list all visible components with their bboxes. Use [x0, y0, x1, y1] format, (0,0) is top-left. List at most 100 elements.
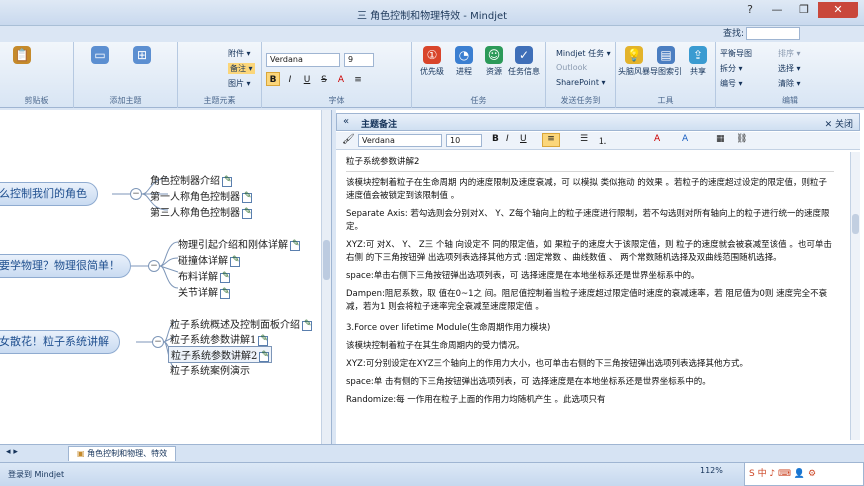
task-info-button[interactable]: ✓ 任务信息 — [506, 46, 542, 77]
map-canvas[interactable]: 么控制我们的角色 − 角色控制器介绍 第一人称角色控制器 第三人称角色控制器 要… — [0, 110, 332, 444]
resource-icon: ☺ — [485, 46, 503, 64]
note-icon — [258, 334, 269, 346]
tab-document[interactable]: ▣ 角色控制和物理、特效 — [68, 446, 177, 461]
notes-paragraph: Randomize:每 一作用在粒子上面的作用力均随机产生 。此选项只有 — [346, 395, 606, 405]
sort-menu[interactable]: 排序 ▾ — [778, 48, 801, 59]
format-painter-icon[interactable]: 🖌 — [342, 134, 355, 145]
scroll-thumb[interactable] — [323, 240, 330, 280]
subtopic-item[interactable]: 第一人称角色控制器 — [150, 188, 252, 203]
italic-button[interactable]: I — [283, 72, 297, 86]
group-label-clipboard: 剪贴板 — [24, 96, 49, 105]
notes-title: 粒子系统参数讲解2 — [346, 156, 834, 172]
notes-vertical-scrollbar[interactable] — [850, 152, 860, 440]
note-icon — [242, 207, 252, 219]
notes-size-select[interactable]: 10 — [446, 134, 482, 147]
brainstorm-button[interactable]: 💡 头脑风暴 — [616, 46, 652, 77]
help-icon[interactable]: ? — [737, 2, 763, 18]
notes-bold-button[interactable]: B — [492, 134, 499, 144]
mindjet-tasks-menu[interactable]: Mindjet 任务 ▾ — [556, 48, 611, 59]
numbering-menu[interactable]: 编号 ▾ — [720, 78, 743, 89]
align-left-button[interactable]: ≡ — [542, 133, 560, 147]
notes-underline-button[interactable]: U — [520, 134, 527, 144]
notes-paragraph: Dampen:阻尼系数，取 值在0~1之 间。阻尼值控制着当粒子速度超过限定值时… — [346, 289, 828, 312]
notes-paragraph: space:单击右侧下三角按钮弹出选项列表，可 选择速度是在本地坐标系还是世界坐… — [346, 271, 700, 281]
map-index-button[interactable]: ▤ 导图索引 — [648, 46, 684, 77]
font-family-select[interactable]: Verdana — [266, 53, 340, 67]
clear-menu[interactable]: 清除 ▾ — [778, 78, 801, 89]
split-menu[interactable]: 拆分 ▾ — [720, 63, 743, 74]
subtopic-item[interactable]: 碰撞体详解 — [178, 252, 240, 267]
find-label: 查找: — [722, 29, 744, 39]
font-color-button[interactable]: A — [334, 72, 348, 86]
subtopic-item[interactable]: 角色控制器介绍 — [150, 172, 232, 187]
priority-button[interactable]: ① 优先级 — [414, 46, 450, 77]
notes-font-select[interactable]: Verdana — [358, 134, 442, 147]
share-button[interactable]: ⇪ 共享 — [680, 46, 716, 77]
notes-header-title: 主题备注 — [361, 120, 398, 130]
group-label-edit: 编辑 — [782, 96, 798, 105]
bullets-button[interactable]: ☰ — [580, 134, 588, 144]
central-topic-physics[interactable]: 要学物理？物理很简单！ — [0, 254, 131, 278]
subtopic-button[interactable]: ⊞ — [124, 46, 160, 66]
subtopic-item-selected[interactable]: 粒子系统参数讲解2 — [168, 346, 273, 363]
notes-paragraph: 该模块控制着粒子在其生命周期内的受力情况。 — [346, 341, 525, 351]
note-icon — [230, 255, 240, 267]
notes-pane: « 主题备注 ✕ 关闭 🖌 Verdana 10 B I U ≡ ☰ ⒈ A A… — [336, 110, 864, 444]
notes-paragraph: XYZ:可分别设定在XYZ三个轴向上的作用力大小，也可单击右侧的下三角按钮弹出选… — [346, 359, 749, 369]
notes-menu[interactable]: 备注 ▾ — [228, 63, 255, 74]
close-icon: ✕ — [824, 120, 835, 130]
align-button[interactable]: ≡ — [351, 72, 365, 86]
select-menu[interactable]: 选择 ▾ — [778, 63, 801, 74]
bold-button[interactable]: B — [266, 72, 280, 86]
login-status[interactable]: 登录到 Mindjet — [8, 469, 64, 480]
font-size-select[interactable]: 9 — [344, 53, 374, 67]
underline-button[interactable]: U — [300, 72, 314, 86]
notes-close-button[interactable]: ✕ 关闭 — [825, 117, 853, 130]
window-controls: ? — ❐ ✕ — [737, 2, 858, 18]
image-menu[interactable]: 图片 ▾ — [228, 78, 251, 89]
table-icon[interactable]: ▦ — [716, 134, 725, 144]
subtopic-item[interactable]: 粒子系统概述及控制面板介绍 — [170, 316, 312, 331]
find-input[interactable] — [746, 27, 800, 40]
collapse-pane-icon[interactable]: « — [343, 116, 349, 127]
ime-toolbar[interactable]: S 中 ♪ ⌨ 👤 ⚙ — [744, 462, 864, 486]
map-vertical-scrollbar[interactable] — [321, 110, 331, 444]
notes-scroll-thumb[interactable] — [852, 214, 859, 234]
subtopic-item[interactable]: 物理引起介绍和刚体详解 — [178, 236, 300, 251]
task-info-icon: ✓ — [515, 46, 533, 64]
paste-icon: 📋 — [13, 46, 31, 64]
collapse-toggle[interactable]: − — [130, 188, 142, 200]
subtopic-item[interactable]: 关节详解 — [178, 284, 230, 299]
central-topic-character-control[interactable]: 么控制我们的角色 — [0, 182, 98, 206]
notes-content[interactable]: 粒子系统参数讲解2 该模块控制着粒子在生命周期 内的速度限制及速度衰减，可 以模… — [340, 152, 840, 442]
close-button[interactable]: ✕ — [818, 2, 858, 18]
note-icon — [290, 239, 300, 251]
paste-button[interactable]: 📋 — [4, 46, 40, 66]
notes-paragraph: Separate Axis: 若勾选则会分别对X、 Y、Z每个轴向上的粒子速度进… — [346, 209, 830, 232]
attachment-menu[interactable]: 附件 ▾ — [228, 48, 251, 59]
subtopic-item[interactable]: 粒子系统参数讲解1 — [170, 331, 269, 346]
zoom-level[interactable]: 112% — [700, 466, 723, 475]
tab-nav-arrows[interactable]: ◂ ▸ — [6, 447, 18, 457]
outlook-menu[interactable]: Outlook — [556, 63, 587, 72]
minimize-button[interactable]: — — [764, 2, 790, 18]
subtopic-item[interactable]: 粒子系统案例演示 — [170, 362, 250, 377]
maximize-button[interactable]: ❐ — [791, 2, 817, 18]
central-topic-particles[interactable]: 女散花！粒子系统讲解 — [0, 330, 120, 354]
group-font: Verdana 9 B I U S A ≡ 字体 — [262, 42, 412, 108]
subtopic-item[interactable]: 第三人称角色控制器 — [150, 204, 252, 219]
notes-italic-button[interactable]: I — [506, 134, 509, 144]
highlight-button[interactable]: A — [654, 134, 660, 144]
group-label-topic-elements: 主题元素 — [203, 96, 236, 105]
notes-paragraph: space:单 击有侧的下三角按钮弹出选项列表，可 选择速度是在本地坐标系还是世… — [346, 377, 711, 387]
strike-button[interactable]: S — [317, 72, 331, 86]
topic-button[interactable]: ▭ — [82, 46, 118, 66]
numbering-button[interactable]: ⒈ — [598, 134, 607, 147]
link-icon[interactable]: ⛓ — [736, 134, 747, 144]
collapse-toggle[interactable]: − — [148, 260, 160, 272]
collapse-toggle[interactable]: − — [152, 336, 164, 348]
text-color-button[interactable]: A — [682, 134, 688, 144]
subtopic-item[interactable]: 布料详解 — [178, 268, 230, 283]
sharepoint-menu[interactable]: SharePoint ▾ — [556, 78, 606, 87]
balance-map-button[interactable]: 平衡导图 — [720, 48, 752, 59]
